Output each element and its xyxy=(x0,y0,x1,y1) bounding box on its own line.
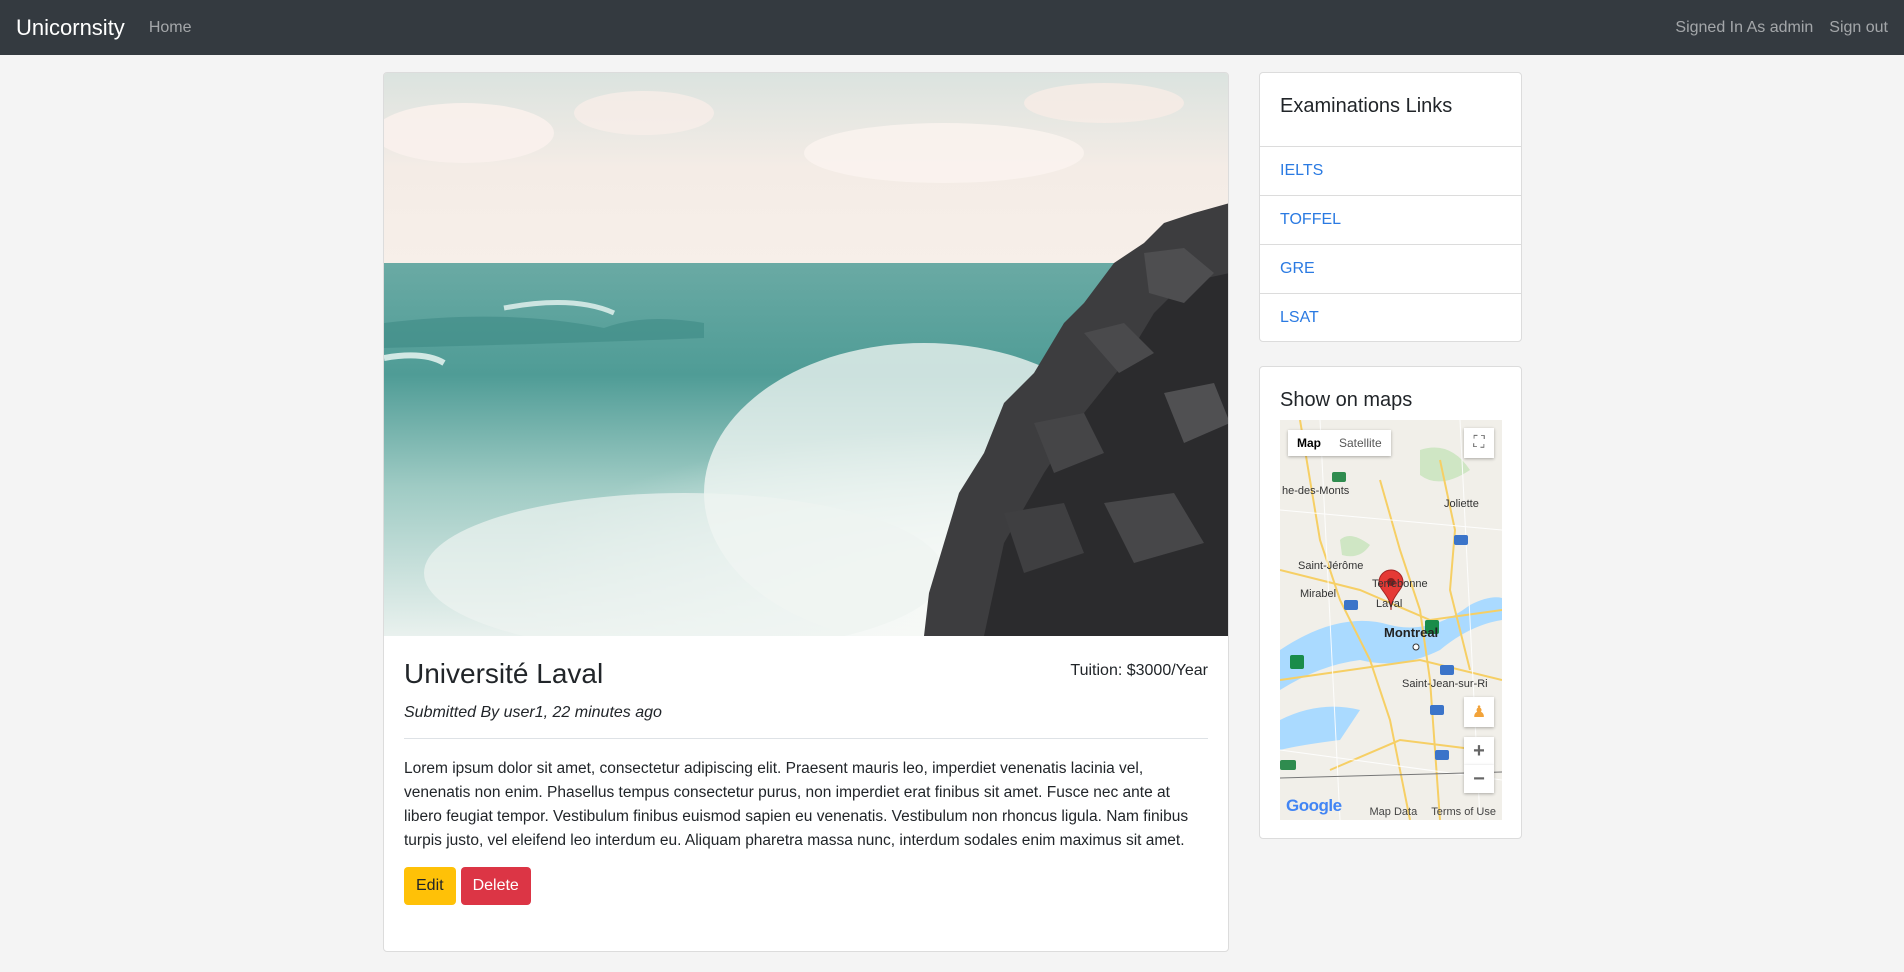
submitted-by: Submitted By user1, 22 minutes ago xyxy=(404,704,662,721)
toffel-link[interactable]: TOFFEL xyxy=(1280,211,1341,229)
exam-links-title: Examinations Links xyxy=(1280,95,1453,117)
card-body: Université Laval Tuition: $3000/Year Sub… xyxy=(384,636,1228,925)
navbar-right: Signed In As admin Sign out xyxy=(1675,19,1888,37)
delete-button[interactable]: Delete xyxy=(460,867,531,905)
google-logo: Google xyxy=(1286,796,1342,815)
navbar: Unicornsity Home Signed In As admin Sign… xyxy=(0,0,1904,55)
map-label: Saint-Jérôme xyxy=(1298,560,1364,572)
exam-link-item: GRE xyxy=(1260,244,1521,293)
home-link[interactable]: Home xyxy=(149,19,192,37)
zoom-out-icon[interactable]: − xyxy=(1464,765,1494,793)
map-label: Terrebonne xyxy=(1372,578,1428,590)
action-buttons: Edit Delete xyxy=(404,867,1208,905)
google-map[interactable]: he-des-Monts Joliette Saint-Jérôme Mirab… xyxy=(1280,420,1502,820)
map-label-montreal: Montreal xyxy=(1384,625,1439,640)
exam-link-item: IELTS xyxy=(1260,146,1521,195)
map-label: Laval xyxy=(1376,598,1403,610)
pegman-icon[interactable]: ♟ xyxy=(1464,697,1494,727)
map-type-satellite-button[interactable]: Satellite xyxy=(1330,430,1391,456)
exam-link-item: LSAT xyxy=(1260,293,1521,342)
map-label: Mirabel xyxy=(1300,588,1337,600)
university-card: Université Laval Tuition: $3000/Year Sub… xyxy=(383,72,1229,952)
map-footer: Map Data Terms of Use xyxy=(1370,806,1497,818)
map-data-link[interactable]: Map Data xyxy=(1370,806,1418,818)
map-title: Show on maps xyxy=(1280,389,1413,411)
brand-link[interactable]: Unicornsity xyxy=(16,15,125,41)
tuition-text: Tuition: $3000/Year xyxy=(1070,662,1208,679)
signed-in-link[interactable]: Signed In As admin xyxy=(1675,19,1813,37)
map-label: Joliette xyxy=(1444,498,1479,510)
sign-out-link[interactable]: Sign out xyxy=(1829,19,1888,37)
exam-links-card: Examinations Links IELTS TOFFEL GRE LSAT xyxy=(1259,72,1522,342)
divider xyxy=(404,738,1208,739)
lsat-link[interactable]: LSAT xyxy=(1280,309,1319,327)
ielts-link[interactable]: IELTS xyxy=(1280,162,1323,180)
hero-image xyxy=(384,73,1228,636)
map-card: Show on maps he-des-Monts Joliette Saint… xyxy=(1259,366,1522,839)
gre-link[interactable]: GRE xyxy=(1280,260,1315,278)
exam-link-item: TOFFEL xyxy=(1260,195,1521,244)
sea-cliff-illustration xyxy=(384,73,1228,636)
map-label: he-des-Monts xyxy=(1282,485,1350,497)
map-type-control: Map Satellite xyxy=(1288,430,1391,456)
description: Lorem ipsum dolor sit amet, consectetur … xyxy=(404,760,1189,849)
map-label: Saint-Jean-sur-Ri xyxy=(1402,678,1488,690)
fullscreen-icon[interactable]: ⛶ xyxy=(1464,428,1494,458)
map-type-map-button[interactable]: Map xyxy=(1288,430,1330,456)
terms-link[interactable]: Terms of Use xyxy=(1431,806,1496,818)
zoom-in-icon[interactable]: + xyxy=(1464,737,1494,765)
edit-button[interactable]: Edit xyxy=(404,867,456,905)
